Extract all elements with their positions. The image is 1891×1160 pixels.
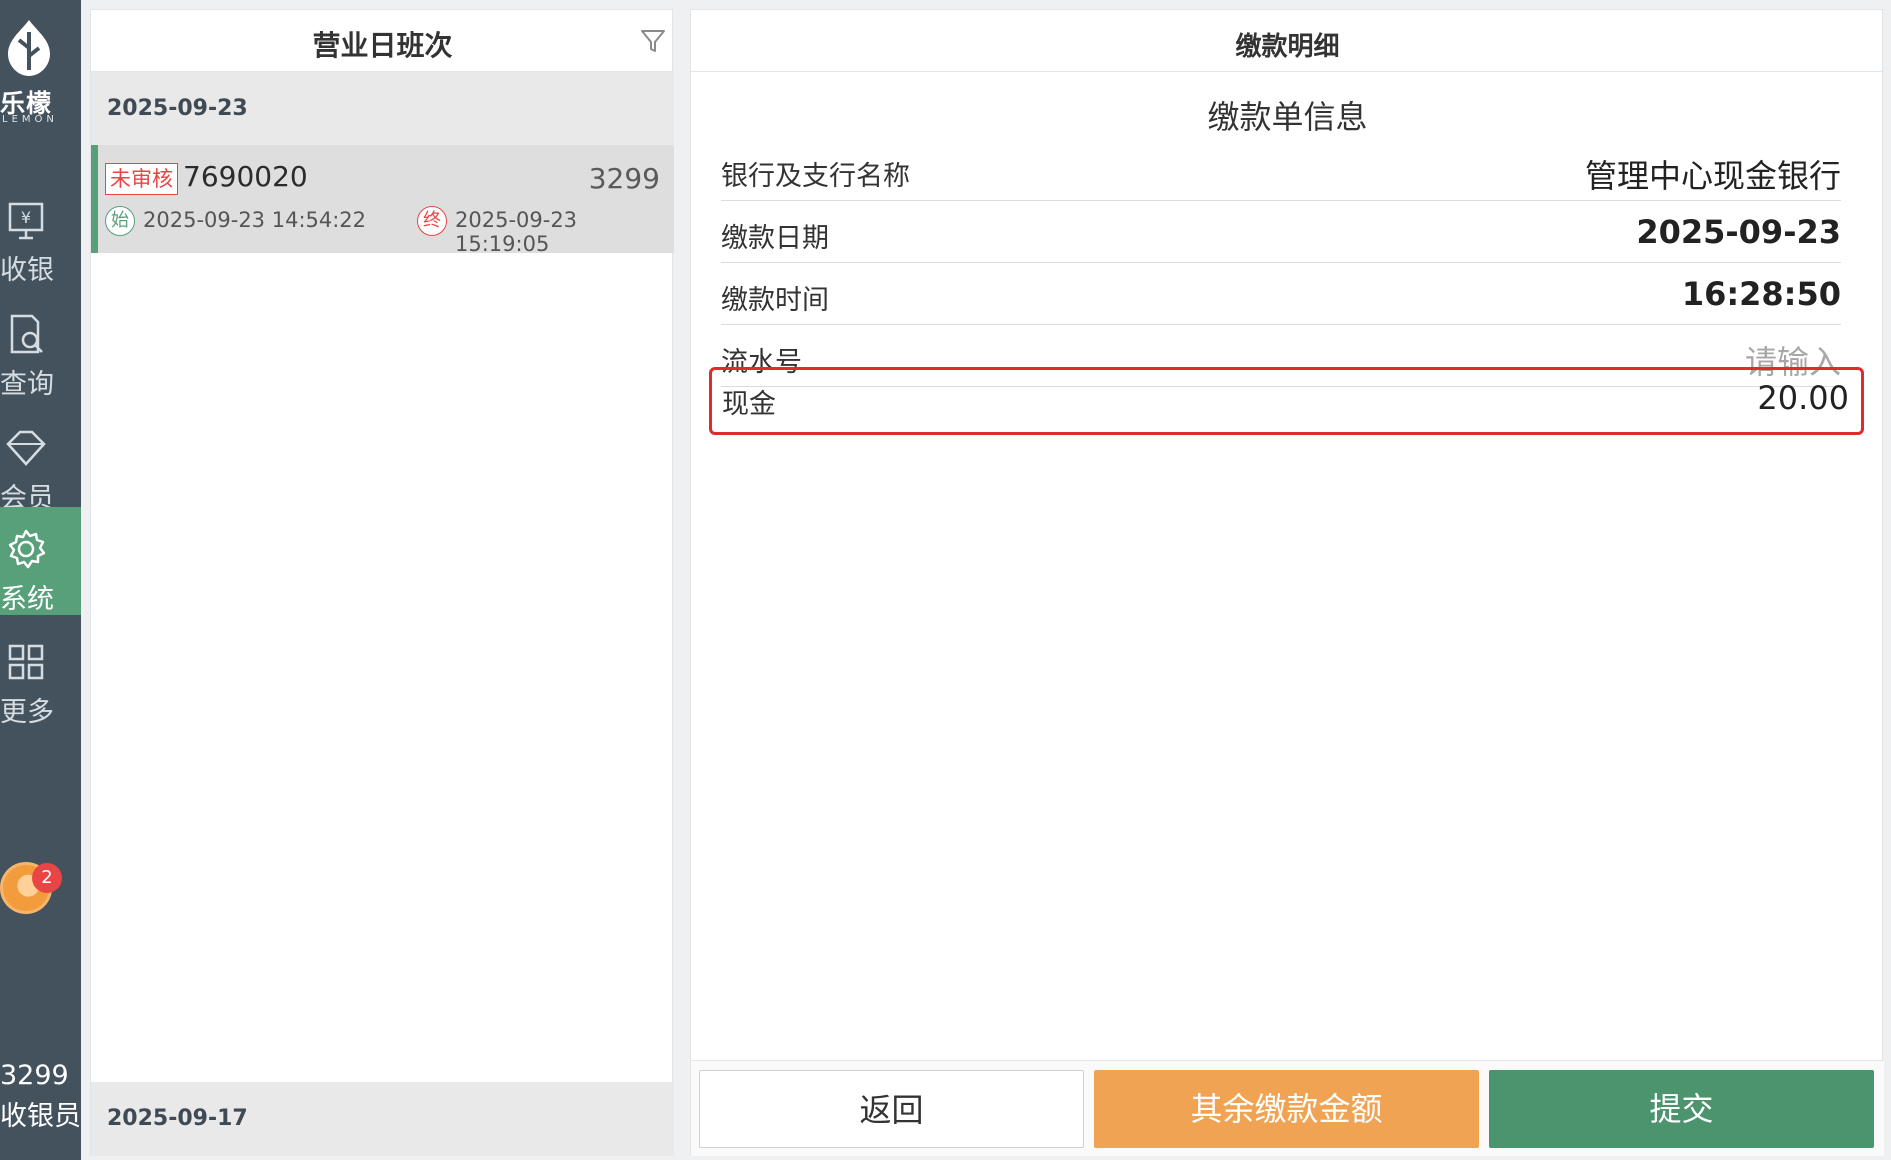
payment-detail-header: 缴款明细 <box>691 10 1884 72</box>
grid-icon <box>8 644 44 680</box>
cash-amount-value[interactable]: 20.00 <box>1757 379 1849 417</box>
nav-item-cashier[interactable]: ¥ 收银 <box>0 178 81 290</box>
action-bar: 返回 其余缴款金额 提交 <box>691 1060 1884 1156</box>
nav-item-more[interactable]: 更多 <box>0 620 81 732</box>
nav-item-query[interactable]: 查询 <box>0 292 81 404</box>
logo-subtext: LEMON <box>2 114 58 125</box>
nav-item-system[interactable]: 系统 <box>0 507 81 615</box>
shift-end-time: 2025-09-23 15:19:05 <box>455 208 578 256</box>
payment-time-label: 缴款时间 <box>721 285 829 316</box>
cash-row[interactable]: 现金 20.00 <box>709 367 1864 435</box>
end-tag: 终 <box>417 206 447 236</box>
start-tag: 始 <box>105 206 135 236</box>
payment-detail-panel: 缴款明细 缴款单信息 银行及支行名称 管理中心现金银行 缴款日期 2025-09… <box>690 9 1884 1156</box>
bank-name-row[interactable]: 银行及支行名称 管理中心现金银行 <box>721 139 1841 201</box>
app-logo: 乐檬 LEMON <box>0 18 60 128</box>
shift-cashier: 3299 <box>588 162 660 195</box>
shift-list-header: 营业日班次 <box>91 10 674 72</box>
gear-icon <box>8 529 46 569</box>
cashier-icon: ¥ <box>8 202 44 240</box>
payment-detail-title: 缴款明细 <box>1235 32 1340 62</box>
sidebar: 乐檬 LEMON ¥ 收银 查询 会员 系统 更多 2 3299 收银员 <box>0 0 81 1160</box>
back-button[interactable]: 返回 <box>699 1070 1084 1148</box>
date-group-header: 2025-09-23 <box>91 72 674 146</box>
nav-item-member[interactable]: 会员 <box>0 406 81 518</box>
payment-time-value: 16:28:50 <box>1681 275 1841 313</box>
nav-label-system: 系统 <box>0 584 54 615</box>
submit-button[interactable]: 提交 <box>1489 1070 1874 1148</box>
shift-number: 7690020 <box>183 160 308 193</box>
shift-list-item[interactable]: 未审核 7690020 3299 始 2025-09-23 14:54:22 终… <box>91 145 674 256</box>
user-role: 收银员 <box>0 1101 81 1132</box>
section-title: 缴款单信息 <box>1207 98 1368 136</box>
bank-name-value: 管理中心现金银行 <box>1584 157 1841 195</box>
cash-label: 现金 <box>722 389 776 420</box>
status-badge: 未审核 <box>105 163 178 195</box>
filter-icon[interactable] <box>639 27 667 55</box>
payment-time-row[interactable]: 缴款时间 16:28:50 <box>721 263 1841 325</box>
payment-date-value: 2025-09-23 <box>1636 213 1841 251</box>
notification-badge: 2 <box>32 863 62 893</box>
user-id: 3299 <box>0 1060 69 1091</box>
nav-label-query: 查询 <box>0 369 54 400</box>
lemon-logo-icon <box>8 20 50 76</box>
date-group-label: 2025-09-17 <box>107 1106 248 1131</box>
nav-label-cashier: 收银 <box>0 255 54 286</box>
date-group-header: 2025-09-17 <box>91 1082 674 1156</box>
payment-date-row[interactable]: 缴款日期 2025-09-23 <box>721 201 1841 263</box>
selected-indicator <box>91 145 98 253</box>
payment-date-label: 缴款日期 <box>721 223 829 254</box>
nav-label-more: 更多 <box>0 697 54 728</box>
date-group-label: 2025-09-23 <box>107 96 248 121</box>
shift-list-title: 营业日班次 <box>312 29 453 62</box>
bank-name-label: 银行及支行名称 <box>721 161 910 192</box>
svg-text:¥: ¥ <box>21 208 31 227</box>
diamond-icon <box>6 430 46 466</box>
other-amount-button[interactable]: 其余缴款金额 <box>1094 1070 1479 1148</box>
shift-start-time: 2025-09-23 14:54:22 <box>143 208 367 232</box>
search-doc-icon <box>10 314 43 354</box>
shift-list-panel: 营业日班次 2025-09-23 未审核 7690020 3299 始 2025… <box>90 9 674 1156</box>
